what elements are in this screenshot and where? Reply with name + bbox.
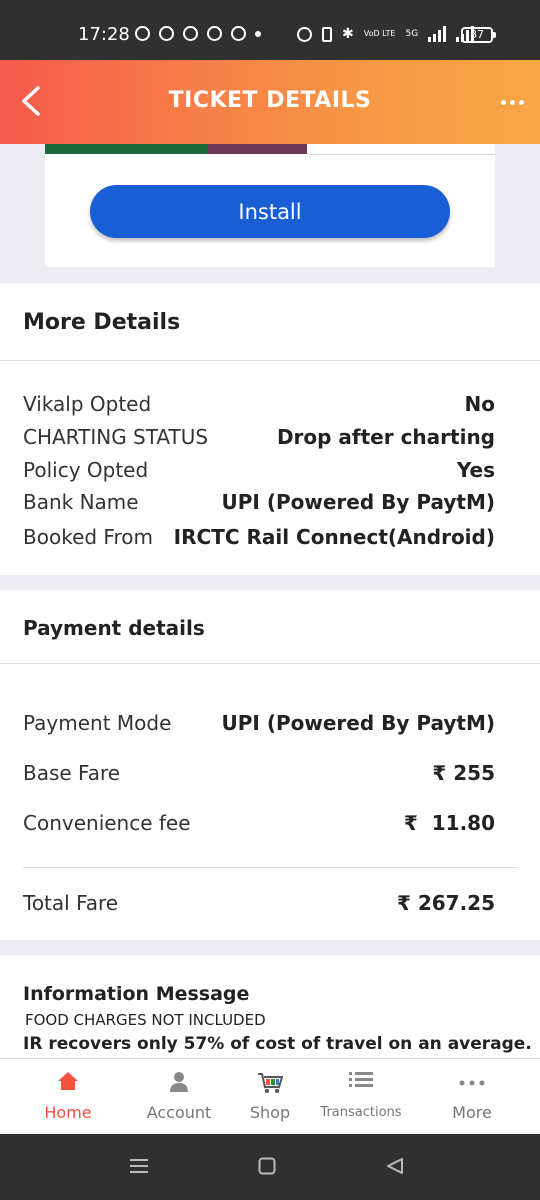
back-button-icon[interactable] [386,1157,404,1175]
more-dots-icon [459,1080,485,1086]
payment-details-card: Payment details Payment Mode UPI (Powere… [0,590,540,940]
payment-row-base-fare: Base Fare ₹ 255 [23,761,495,785]
payment-label: Payment Mode [23,711,172,735]
chrome-icon [231,26,246,41]
bluetooth-icon: ✱ [342,26,354,42]
account-icon [170,1072,188,1092]
total-fare-label: Total Fare [23,891,119,915]
nav-transactions[interactable]: Transactions [311,1059,411,1135]
detail-value: No [464,392,495,416]
information-card: Information Message FOOD CHARGES NOT INC… [0,955,540,1058]
payment-details-title: Payment details [23,616,205,640]
nav-more-label: More [452,1103,492,1122]
detail-label: Bank Name [23,490,139,514]
notification-icons [135,26,261,41]
detail-value: UPI (Powered By PaytM) [221,490,495,514]
detail-label: Booked From [23,525,153,549]
detail-value: Drop after charting [276,425,495,449]
ad-divider [307,154,495,155]
more-details-title: More Details [23,310,181,335]
page-title: TICKET DETAILS [168,88,372,113]
nav-shop[interactable]: Shop [230,1059,310,1135]
app-header: TICKET DETAILS [0,60,540,144]
payment-value: ₹ 255 [432,761,495,785]
information-line-2: IR recovers only 57% of cost of travel o… [23,1034,532,1054]
information-line-1: FOOD CHARGES NOT INCLUDED [25,1011,266,1029]
nav-shop-label: Shop [249,1103,291,1122]
message-icon [159,26,174,41]
alarm-icon [297,26,312,42]
more-notifications-icon [255,31,261,37]
detail-row-vikalp: Vikalp Opted No [23,392,495,416]
overflow-menu-icon[interactable] [501,100,524,105]
detail-value: Yes [456,458,495,482]
nav-account-label: Account [146,1103,212,1122]
total-fare-value: ₹ 267.25 [396,891,495,915]
divider [23,867,518,868]
detail-row-bank-name: Bank Name UPI (Powered By PaytM) [23,490,495,514]
battery-icon: 87 [461,27,496,43]
detail-value: IRCTC Rail Connect(Android) [173,525,495,549]
ad-image-person [207,144,307,154]
detail-label: CHARTING STATUS [23,425,209,449]
payment-row-mode: Payment Mode UPI (Powered By PaytM) [23,711,495,735]
install-button[interactable]: Install [90,185,450,238]
information-title: Information Message [23,983,250,1005]
detail-row-policy: Policy Opted Yes [23,458,495,482]
nav-home[interactable]: Home [18,1059,118,1135]
facebook-icon [207,26,222,41]
list-icon [349,1072,373,1087]
detail-label: Vikalp Opted [23,392,152,416]
total-fare-row: Total Fare ₹ 267.25 [23,891,495,915]
recent-apps-icon[interactable] [129,1157,149,1175]
more-details-card: More Details Vikalp Opted No CHARTING ST… [0,283,540,575]
bottom-navigation: Home Account Shop Transactions More [0,1058,540,1135]
nav-transactions-label: Transactions [320,1105,402,1120]
signal-icon [428,26,447,42]
status-bar: 17:28 ✱ VoD LTE 5G 87 [0,0,540,60]
nav-home-label: Home [44,1103,92,1122]
payment-value: ₹ 11.80 [403,811,495,835]
system-status-icons: ✱ VoD LTE 5G [297,26,475,42]
payment-label: Convenience fee [23,811,191,835]
whatsapp-icon [135,26,150,41]
shop-cart-icon [258,1073,283,1093]
divider [0,360,540,361]
vibrate-icon [322,26,332,42]
detail-row-booked-from: Booked From IRCTC Rail Connect(Android) [23,525,495,549]
telegram-icon [183,26,198,41]
divider [0,663,540,664]
detail-row-charting-status: CHARTING STATUS Drop after charting [23,425,495,449]
status-time: 17:28 [78,24,130,45]
detail-label: Policy Opted [23,458,149,482]
nav-account[interactable]: Account [129,1059,229,1135]
payment-label: Base Fare [23,761,121,785]
nav-more[interactable]: More [422,1059,522,1135]
network-type-label: 5G [405,29,419,39]
home-icon [58,1072,78,1090]
payment-value: UPI (Powered By PaytM) [221,711,495,735]
payment-row-convenience-fee: Convenience fee ₹ 11.80 [23,811,495,835]
ad-banner: Install [45,144,495,267]
volte-label: VoD LTE [363,29,396,38]
system-navigation-bar [0,1134,540,1200]
home-button-icon[interactable] [258,1157,276,1175]
